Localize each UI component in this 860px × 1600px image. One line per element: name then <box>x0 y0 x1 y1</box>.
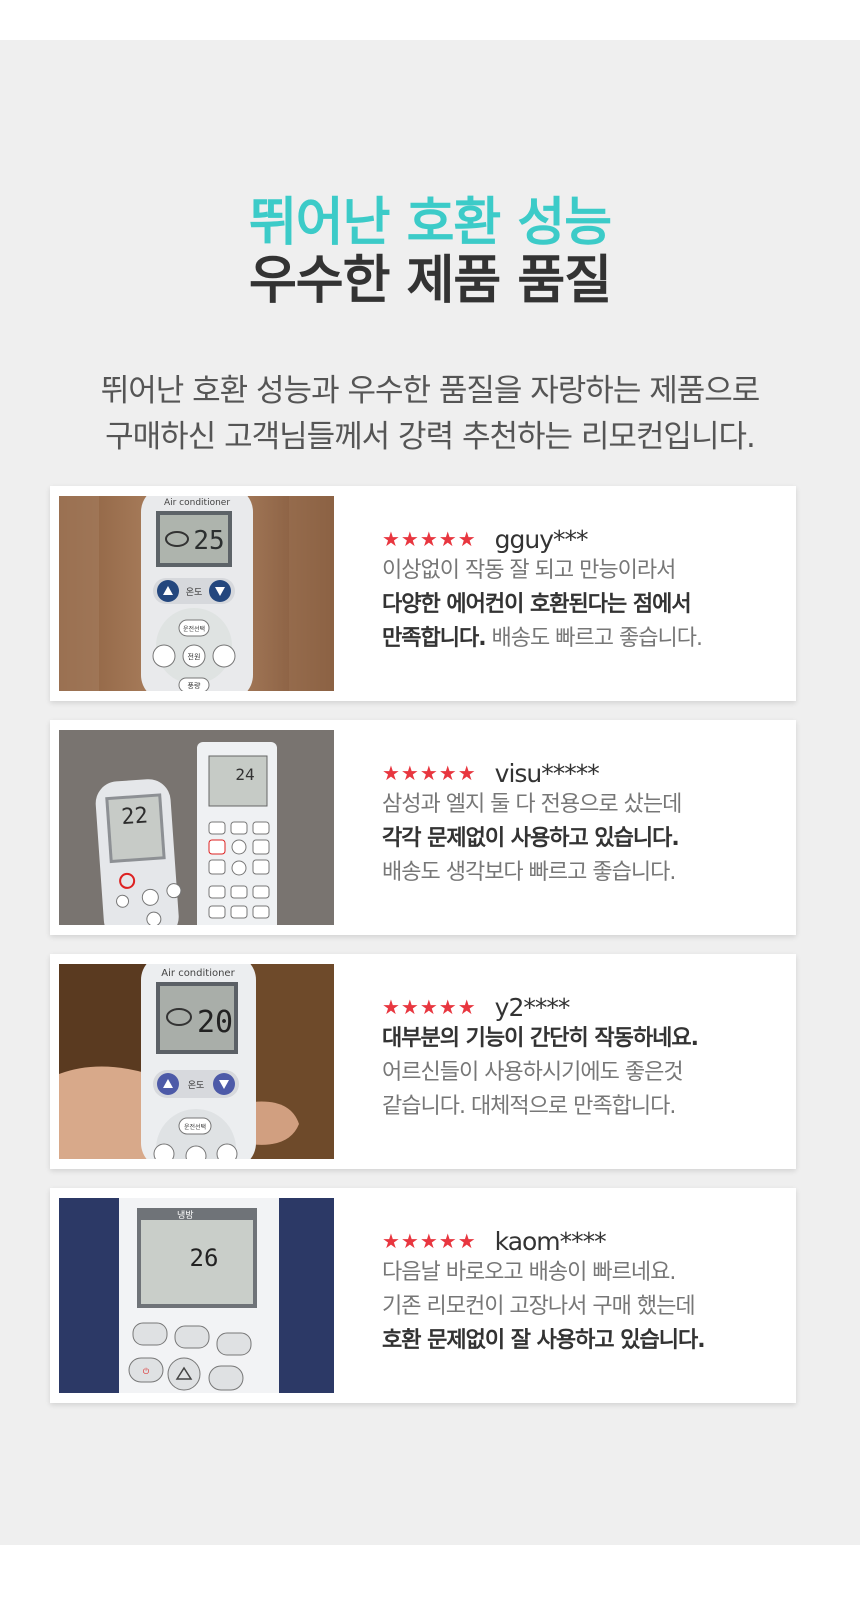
intro-line-1: 뛰어난 호환 성능과 우수한 품질을 자랑하는 제품으로 <box>100 373 761 409</box>
svg-text:운전선택: 운전선택 <box>184 1123 206 1131</box>
headline-quality: 우수한 제품 품질 <box>248 251 612 311</box>
review-text-highlight: 다양한 에어컨이 호환된다는 점에서 <box>382 592 692 617</box>
svg-text:Air conditioner: Air conditioner <box>161 968 235 979</box>
rating-stars: ★★★★★ <box>382 1229 477 1253</box>
review-text-line: 이상없이 작동 잘 되고 만능이라서 <box>382 558 676 583</box>
review-photo-1: Air conditioner 25 온도 운전선택 전원 풍량 <box>59 496 334 691</box>
review-text-line: 만족합니다. 배송도 빠르고 좋습니다. <box>382 626 703 651</box>
review-text-highlight: 대부분의 기능이 간단히 작동하네요. <box>382 1026 699 1051</box>
svg-text:냉방: 냉방 <box>177 1210 194 1221</box>
rating-stars: ★★★★★ <box>382 527 477 551</box>
review-username: kaom**** <box>494 1226 607 1256</box>
review-text-highlight: 호환 문제없이 잘 사용하고 있습니다. <box>382 1328 706 1353</box>
review-text-line: 배송도 생각보다 빠르고 좋습니다. <box>382 860 676 885</box>
review-text-highlight: 각각 문제없이 사용하고 있습니다. <box>382 826 680 851</box>
svg-text:온도: 온도 <box>188 1080 205 1091</box>
review-card-1: Air conditioner 25 온도 운전선택 전원 풍량 ★★★★★ g… <box>50 486 796 701</box>
review-card-3: Air conditioner 20 온도 운전선택 ★★★★★ y2**** … <box>50 954 796 1169</box>
review-body-1: ★★★★★ gguy*** 이상없이 작동 잘 되고 만능이라서 다양한 에어컨… <box>382 524 782 656</box>
svg-text:운전선택: 운전선택 <box>183 625 205 633</box>
review-text-line: 어르신들이 사용하시기에도 좋은것 <box>382 1060 684 1085</box>
svg-text:전원: 전원 <box>188 652 201 661</box>
review-text-line: 다음날 바로오고 배송이 빠르네요. <box>382 1260 676 1285</box>
review-text-line: 기존 리모컨이 고장나서 구매 했는데 <box>382 1294 696 1319</box>
svg-text:풍량: 풍량 <box>188 682 201 690</box>
svg-text:⏻: ⏻ <box>143 1367 150 1376</box>
rating-stars: ★★★★★ <box>382 761 477 785</box>
review-username: y2**** <box>494 992 571 1022</box>
review-body-2: ★★★★★ visu***** 삼성과 엘지 둘 다 전용으로 샀는데 각각 문… <box>382 758 782 890</box>
remote-temp-display: 25 <box>193 526 224 556</box>
svg-text:20: 20 <box>197 1005 233 1040</box>
review-card-2: 22 24 ★★★★★ visu***** 삼성과 엘지 둘 다 전용으로 샀는… <box>50 720 796 935</box>
review-username: gguy*** <box>494 524 589 554</box>
svg-text:24: 24 <box>235 765 254 784</box>
review-text-highlight: 만족합니다. <box>382 626 487 651</box>
remote-brand-label: Air conditioner <box>164 498 230 508</box>
review-body-3: ★★★★★ y2**** 대부분의 기능이 간단히 작동하네요. 어르신들이 사… <box>382 992 782 1124</box>
svg-text:온도: 온도 <box>186 587 203 598</box>
review-photo-3: Air conditioner 20 온도 운전선택 <box>59 964 334 1159</box>
rating-stars: ★★★★★ <box>382 995 477 1019</box>
intro-line-2: 구매하신 고객님들께서 강력 추천하는 리모컨입니다. <box>105 419 756 455</box>
svg-text:26: 26 <box>190 1244 219 1272</box>
review-section: 뛰어난 호환 성능 우수한 제품 품질 뛰어난 호환 성능과 우수한 품질을 자… <box>0 40 860 1545</box>
review-photo-2: 22 24 <box>59 730 334 925</box>
review-username: visu***** <box>494 758 600 788</box>
review-body-4: ★★★★★ kaom**** 다음날 바로오고 배송이 빠르네요. 기존 리모컨… <box>382 1226 782 1358</box>
review-card-4: 냉방 26 ⏻ ★★★★★ kaom**** 다음날 바로오고 배송이 빠르네요… <box>50 1188 796 1403</box>
review-photo-4: 냉방 26 ⏻ <box>59 1198 334 1393</box>
svg-text:22: 22 <box>121 803 149 830</box>
review-text-line: 같습니다. 대체적으로 만족합니다. <box>382 1094 676 1119</box>
review-text-line: 삼성과 엘지 둘 다 전용으로 샀는데 <box>382 792 682 817</box>
